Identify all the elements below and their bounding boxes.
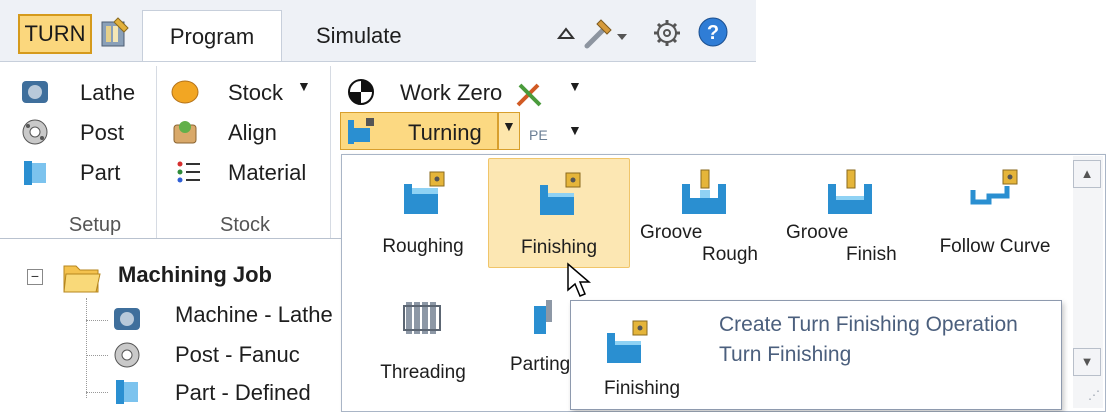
align-button[interactable]: Align: [228, 120, 277, 146]
gallery-item-groove-rough[interactable]: Groove Rough: [636, 166, 772, 266]
part-button[interactable]: Part: [80, 160, 120, 186]
tree-item-post[interactable]: Post - Fanuc: [175, 342, 300, 368]
tool-tools-icon[interactable]: [514, 79, 544, 109]
scroll-down-button[interactable]: ▼: [1073, 348, 1101, 376]
tree-item-machine[interactable]: Machine - Lathe: [175, 302, 333, 328]
turn-mode-button[interactable]: TURN: [18, 14, 92, 54]
tree-connector: [86, 355, 108, 356]
tab-program[interactable]: Program: [142, 10, 282, 62]
groove-finish-icon: [828, 169, 872, 214]
material-button[interactable]: Material: [228, 160, 306, 186]
gallery-label-groove-finish-1: Groove: [786, 222, 849, 243]
toolpath-editor-icon[interactable]: PE: [528, 120, 558, 150]
gallery-label-parting: Parting: [510, 354, 571, 375]
work-zero-button[interactable]: Work Zero: [400, 80, 502, 106]
lathe-icon: [114, 308, 140, 330]
gallery-item-roughing[interactable]: Roughing: [360, 166, 486, 266]
tree-connector: [86, 392, 108, 393]
group-separator: [330, 66, 331, 238]
mouse-cursor-icon: [567, 262, 592, 297]
help-icon[interactable]: ?: [697, 16, 729, 48]
collapse-node-icon[interactable]: −: [27, 269, 43, 285]
work-zero-icon: [348, 79, 374, 105]
group-separator: [156, 66, 157, 238]
lathe-icon: [22, 81, 48, 103]
tooltip-icon-label: Finishing: [604, 378, 681, 399]
svg-text:?: ?: [707, 22, 719, 44]
gallery-item-finishing[interactable]: Finishing: [488, 158, 630, 268]
turning-dropdown-icon: ▼: [502, 118, 516, 134]
post-button[interactable]: Post: [80, 120, 124, 146]
editor-dropdown-icon[interactable]: ▼: [568, 122, 582, 138]
turn-finishing-icon: [607, 320, 648, 363]
turning-icon: [348, 118, 374, 144]
machining-job-tree: − Machining Job Machine - Lathe Post - F…: [0, 242, 345, 412]
gallery-item-groove-finish[interactable]: Groove Finish: [782, 166, 918, 266]
collapse-ribbon-icon[interactable]: [556, 24, 576, 42]
turning-label: Turning: [408, 120, 482, 145]
lathe-button[interactable]: Lathe: [80, 80, 135, 106]
gallery-label-threading: Threading: [380, 362, 466, 383]
resize-grip-icon[interactable]: ⋰: [1088, 388, 1100, 402]
tools-dropdown-icon[interactable]: ▼: [568, 78, 582, 94]
gallery-item-follow-curve[interactable]: Follow Curve: [922, 166, 1068, 266]
scroll-up-button[interactable]: ▲: [1073, 160, 1101, 188]
folder-icon: [63, 265, 101, 293]
post-icon: [114, 342, 140, 368]
align-icon: [173, 121, 197, 144]
setup-group-label: Setup: [68, 214, 122, 236]
post-icon: [22, 119, 48, 145]
tooltip-subtitle: Turn Finishing: [719, 343, 852, 366]
tool-library-icon[interactable]: [98, 16, 132, 50]
gallery-item-threading[interactable]: Threading: [360, 292, 486, 392]
wrench-hammer-icon[interactable]: [583, 16, 631, 50]
settings-gear-icon[interactable]: [652, 18, 682, 48]
gallery-label-roughing: Roughing: [382, 236, 464, 257]
tree-connector: [86, 320, 108, 321]
gallery-label-groove-rough-1: Groove: [640, 222, 703, 243]
gallery-label-groove-rough-2: Rough: [702, 244, 758, 265]
part-icon: [116, 380, 138, 404]
stock-button[interactable]: Stock: [228, 80, 283, 106]
follow-curve-icon: [970, 169, 1018, 205]
tooltip-title: Create Turn Finishing Operation: [719, 313, 1018, 336]
groove-rough-icon: [682, 169, 726, 214]
gallery-label-follow-curve: Follow Curve: [939, 236, 1051, 257]
gallery-label-finishing: Finishing: [520, 237, 598, 258]
tab-simulate[interactable]: Simulate: [316, 14, 402, 58]
tooltip: Create Turn Finishing Operation Turn Fin…: [570, 300, 1062, 410]
stock-icon: [171, 80, 199, 104]
part-icon: [24, 161, 46, 185]
svg-text:PE: PE: [529, 127, 548, 143]
tree-connector: [86, 298, 87, 398]
turn-roughing-icon: [404, 171, 445, 214]
turn-finishing-icon: [540, 172, 581, 215]
gallery-item-parting[interactable]: Parting: [500, 292, 580, 392]
gallery-label-groove-finish-2: Finish: [846, 244, 897, 265]
stock-dropdown-icon[interactable]: ▼: [297, 78, 311, 94]
threading-icon: [403, 302, 441, 334]
material-list-icon: [177, 161, 200, 183]
stock-group-label: Stock: [219, 214, 271, 236]
tree-item-part[interactable]: Part - Defined: [175, 380, 311, 406]
tree-root-machining-job[interactable]: Machining Job: [118, 262, 272, 288]
